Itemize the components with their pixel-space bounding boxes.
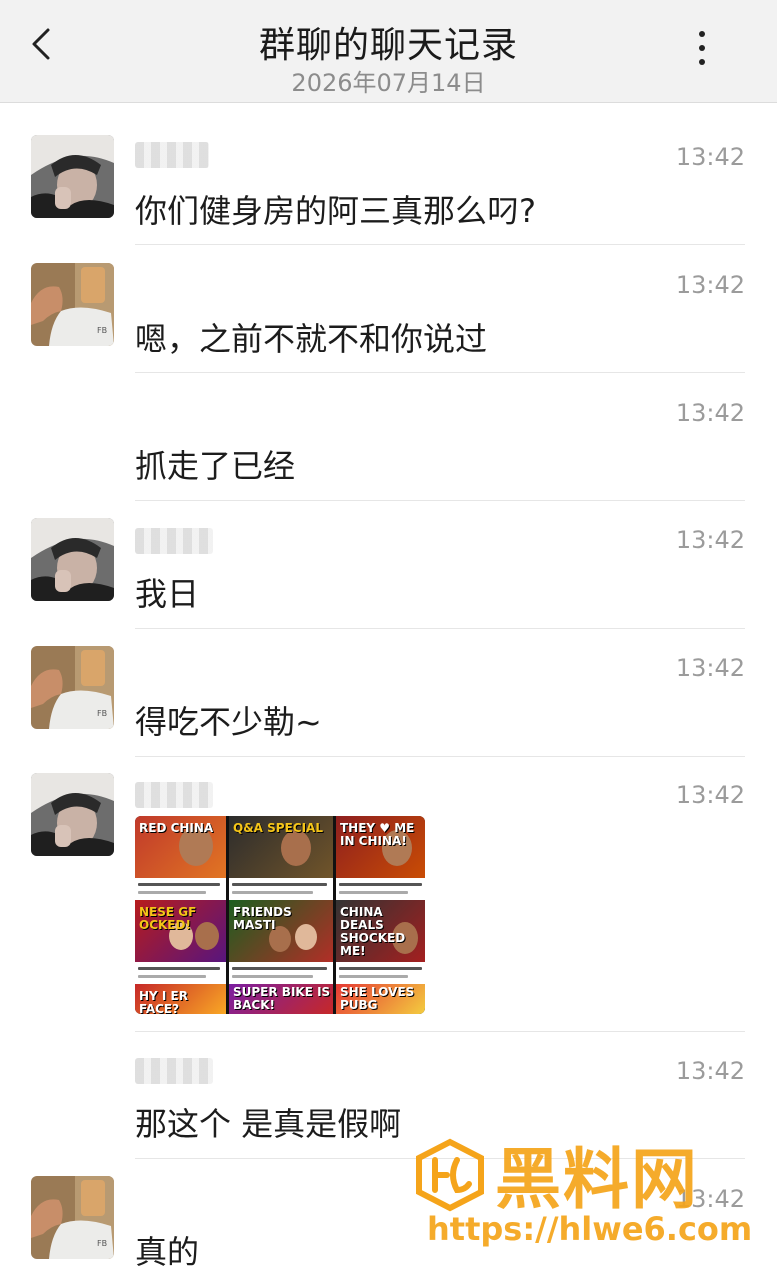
avatar[interactable]: FB — [31, 646, 114, 729]
video-thumbnail: FRIENDS MASTI — [229, 900, 333, 984]
watermark: 黑料网 https://hlwe6.com — [413, 1132, 753, 1262]
video-thumbnail: RED CHINA — [135, 816, 226, 900]
svg-text:FB: FB — [97, 326, 107, 335]
svg-text:FB: FB — [97, 709, 107, 718]
image-message[interactable]: RED CHINA Q&A SPECIAL THEY ♥ ME IN CHINA… — [135, 816, 425, 1014]
video-thumbnail: CHINA DEALS SHOCKED ME! — [336, 900, 425, 984]
video-thumbnail: THEY ♥ ME IN CHINA! — [336, 816, 425, 900]
message-text: 嗯，之前不就不和你说过 — [135, 320, 488, 358]
message-text: 抓走了已经 — [135, 447, 296, 485]
message-text: 你们健身房的阿三真那么叼? — [135, 192, 536, 230]
watermark-url: https://hlwe6.com — [427, 1210, 753, 1248]
message-time: 13:42 — [675, 143, 745, 171]
divider — [135, 244, 745, 245]
message-text: 得吃不少勒~ — [135, 703, 322, 741]
message-time: 13:42 — [675, 1057, 745, 1085]
more-vertical-icon — [699, 31, 705, 65]
divider — [135, 628, 745, 629]
sender-name-blurred — [135, 528, 213, 554]
message-time: 13:42 — [675, 654, 745, 682]
more-button[interactable] — [684, 26, 720, 70]
avatar[interactable]: FB — [31, 263, 114, 346]
message-text: 真的 — [135, 1233, 200, 1271]
message-time: 13:42 — [675, 399, 745, 427]
video-thumbnail: NESE GF OCKED! — [135, 900, 226, 984]
video-thumbnail: SHE LOVES PUBG — [336, 984, 425, 1014]
divider — [135, 372, 745, 373]
sender-name-blurred — [135, 782, 213, 808]
divider — [135, 1031, 745, 1032]
video-thumbnail: Q&A SPECIAL — [229, 816, 333, 900]
divider — [135, 756, 745, 757]
avatar[interactable]: FB — [31, 1176, 114, 1259]
watermark-logo-icon — [416, 1138, 484, 1212]
message-time: 13:42 — [675, 526, 745, 554]
sender-name-blurred — [135, 142, 209, 168]
avatar[interactable] — [31, 135, 114, 218]
svg-text:FB: FB — [97, 1239, 107, 1248]
watermark-title: 黑料网 — [495, 1141, 699, 1218]
chat-header: 群聊的聊天记录 2026年07月14日 — [0, 0, 777, 103]
message-time: 13:42 — [675, 781, 745, 809]
sender-name-blurred — [135, 1058, 213, 1084]
chat-date: 2026年07月14日 — [291, 69, 486, 97]
message-text: 那这个 是真是假啊 — [135, 1105, 402, 1143]
divider — [135, 500, 745, 501]
message-text: 我日 — [135, 575, 200, 613]
page-title: 群聊的聊天记录 — [258, 25, 518, 66]
avatar[interactable] — [31, 773, 114, 856]
video-thumbnail: HY I ER FACE? — [135, 984, 226, 1014]
message-time: 13:42 — [675, 271, 745, 299]
video-thumbnail: SUPER BIKE IS BACK! — [229, 984, 333, 1014]
avatar[interactable] — [31, 518, 114, 601]
